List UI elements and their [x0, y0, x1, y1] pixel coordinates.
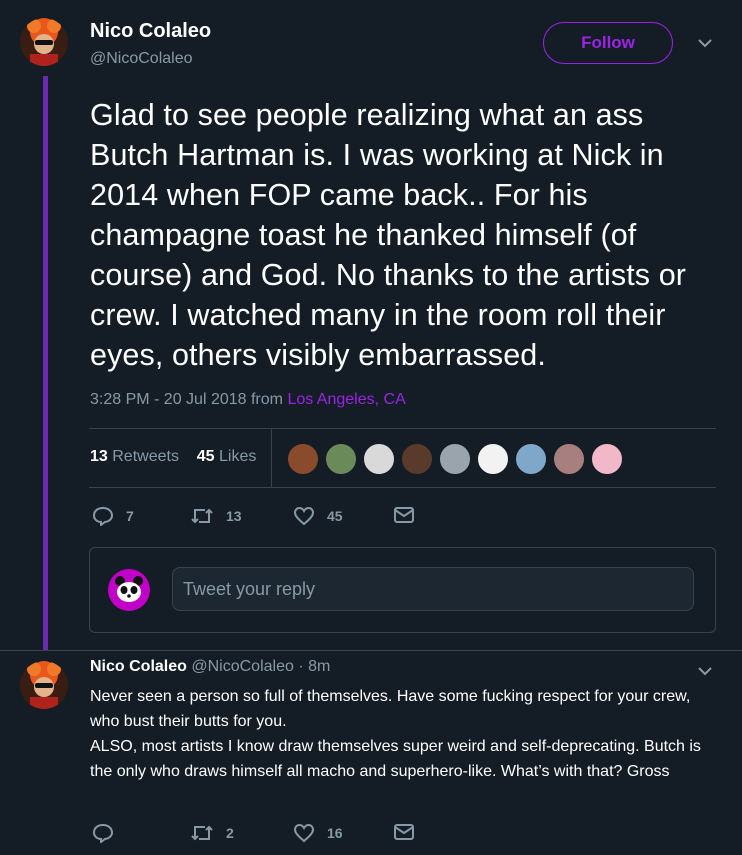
- author-handle[interactable]: @NicoColaleo: [90, 50, 193, 68]
- reply-text: Never seen a person so full of themselve…: [90, 688, 701, 780]
- divider: [89, 428, 716, 429]
- divider: [0, 650, 742, 651]
- likes-stat[interactable]: 45 Likes: [197, 448, 257, 465]
- retweets-stat[interactable]: 13 Retweets: [90, 448, 179, 465]
- reply-author-name[interactable]: Nico Colaleo: [90, 658, 187, 675]
- like-count: 45: [327, 508, 343, 524]
- tweet-meta: 3:28 PM - 20 Jul 2018 from Los Angeles, …: [90, 391, 406, 409]
- follow-button[interactable]: Follow: [543, 22, 673, 64]
- avatar[interactable]: [401, 443, 433, 475]
- avatar[interactable]: [20, 661, 68, 709]
- envelope-icon: [394, 824, 414, 840]
- location-link[interactable]: Los Angeles, CA: [287, 391, 405, 408]
- tweet-text: Glad to see people realizing what an ass…: [90, 98, 687, 372]
- avatar-image: [20, 661, 68, 709]
- reply-icon: [92, 823, 114, 843]
- thread-line: [43, 76, 48, 651]
- reply-input[interactable]: Tweet your reply: [172, 567, 694, 611]
- author-name[interactable]: Nico Colaleo: [90, 20, 211, 43]
- chevron-down-icon[interactable]: [697, 36, 713, 54]
- avatar[interactable]: [439, 443, 471, 475]
- like-count: 16: [327, 825, 343, 841]
- retweet-icon: [191, 508, 213, 524]
- reply-time[interactable]: · 8m: [298, 658, 330, 675]
- panda-avatar: [108, 569, 150, 611]
- divider: [271, 428, 272, 487]
- engagement-stats: 13 Retweets 45 Likes: [90, 448, 256, 466]
- avatar[interactable]: [363, 443, 395, 475]
- retweet-count: 2: [226, 825, 234, 841]
- avatar[interactable]: [325, 443, 357, 475]
- timestamp[interactable]: 3:28 PM - 20 Jul 2018 from: [90, 391, 283, 408]
- liker-avatars: [287, 443, 629, 475]
- chevron-down-icon[interactable]: [697, 664, 713, 682]
- reply-header: Nico Colaleo @NicoColaleo · 8m: [90, 658, 330, 676]
- retweet-button[interactable]: 13: [190, 506, 242, 526]
- direct-message-button[interactable]: [393, 506, 427, 524]
- avatar-image: [20, 18, 68, 66]
- reply-count: 7: [126, 508, 134, 524]
- retweet-button[interactable]: 2: [190, 823, 234, 843]
- retweet-icon: [191, 825, 213, 841]
- like-button[interactable]: 45: [293, 506, 343, 526]
- avatar[interactable]: [477, 443, 509, 475]
- heart-icon: [293, 823, 315, 843]
- divider: [89, 487, 716, 488]
- panda-icon: [115, 576, 143, 602]
- avatar[interactable]: [20, 18, 68, 66]
- envelope-icon: [394, 507, 414, 523]
- reply-icon: [92, 506, 114, 526]
- like-button[interactable]: 16: [293, 823, 343, 843]
- avatar[interactable]: [287, 443, 319, 475]
- direct-message-button[interactable]: [393, 823, 427, 841]
- reply-author-handle[interactable]: @NicoColaleo: [191, 658, 294, 675]
- avatar[interactable]: [515, 443, 547, 475]
- reply-button[interactable]: 7: [92, 506, 134, 526]
- heart-icon: [293, 506, 315, 526]
- reply-button[interactable]: [92, 823, 126, 843]
- retweet-count: 13: [226, 508, 242, 524]
- avatar[interactable]: [591, 443, 623, 475]
- avatar[interactable]: [553, 443, 585, 475]
